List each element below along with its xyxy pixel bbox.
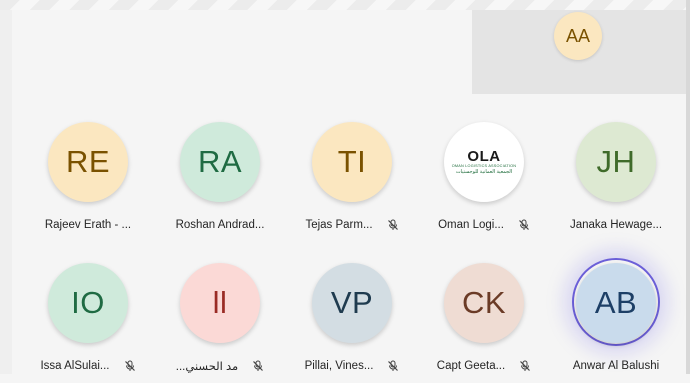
participant-tile-speaking[interactable]: AB Anwar Al Balushi — [550, 258, 682, 383]
avatar: IO — [48, 263, 128, 343]
avatar: VP — [312, 263, 392, 343]
mic-muted-icon — [520, 360, 531, 371]
mic-muted-icon — [253, 360, 264, 371]
self-view-avatar: AA — [554, 12, 602, 60]
participant-name-row: Issa AlSulai... — [22, 357, 154, 375]
participant-tile[interactable]: RE Rajeev Erath - ... — [22, 122, 154, 242]
avatar: CK — [444, 263, 524, 343]
avatar: JH — [576, 122, 656, 202]
left-edge — [0, 10, 12, 374]
top-stripe-bar — [0, 0, 690, 10]
participant-name: Pillai, Vines... — [304, 360, 374, 372]
participant-name-row: Tejas Parm... — [286, 216, 418, 234]
participant-name: Oman Logi... — [438, 219, 504, 231]
participant-tile[interactable]: TI Tejas Parm... — [286, 122, 418, 242]
participant-name: Capt Geeta... — [436, 360, 506, 372]
participant-tile[interactable]: VP Pillai, Vines... — [286, 263, 418, 383]
participant-name: Janaka Hewage... — [569, 219, 663, 231]
avatar: ll — [180, 263, 260, 343]
participant-tile[interactable]: RA Roshan Andrad... — [154, 122, 286, 242]
mic-muted-icon — [387, 219, 398, 230]
mic-muted-icon — [124, 360, 135, 371]
self-view-tile[interactable]: AA — [472, 10, 686, 94]
mic-muted-icon — [518, 219, 529, 230]
mic-muted-icon — [388, 360, 399, 371]
participant-name-row: Oman Logi... — [418, 216, 550, 234]
participant-tile[interactable]: OLA OMAN LOGISTICS ASSOCIATION الجمعية ا… — [418, 122, 550, 242]
avatar: TI — [312, 122, 392, 202]
participant-tile[interactable]: IO Issa AlSulai... — [22, 263, 154, 383]
participant-name-row: Rajeev Erath - ... — [22, 216, 154, 234]
participant-name-row: Janaka Hewage... — [550, 216, 682, 234]
avatar: AB — [576, 263, 656, 343]
participant-name-row: Pillai, Vines... — [286, 357, 418, 375]
organization-logo: OLA OMAN LOGISTICS ASSOCIATION الجمعية ا… — [444, 122, 524, 202]
participant-name-row: Roshan Andrad... — [154, 216, 286, 234]
avatar: RA — [180, 122, 260, 202]
right-edge — [686, 0, 690, 374]
logo-arabic: الجمعية العمانية للوجستيات — [455, 168, 513, 175]
participant-tile[interactable]: ll ...مد الحسني — [154, 263, 286, 383]
participant-name-row: ...مد الحسني — [154, 357, 286, 375]
participant-tile[interactable]: JH Janaka Hewage... — [550, 122, 682, 242]
participant-name: Roshan Andrad... — [175, 219, 265, 231]
participant-name: Issa AlSulai... — [40, 360, 110, 372]
participant-name-row: Capt Geeta... — [418, 357, 550, 375]
participant-name: Rajeev Erath - ... — [44, 219, 132, 231]
participant-name-row: Anwar Al Balushi — [550, 357, 682, 375]
logo-title: OLA — [467, 147, 501, 165]
participant-name: Anwar Al Balushi — [572, 360, 660, 372]
avatar: RE — [48, 122, 128, 202]
participant-name: Tejas Parm... — [305, 219, 373, 231]
participant-tile[interactable]: CK Capt Geeta... — [418, 263, 550, 383]
participant-name: ...مد الحسني — [175, 361, 239, 373]
